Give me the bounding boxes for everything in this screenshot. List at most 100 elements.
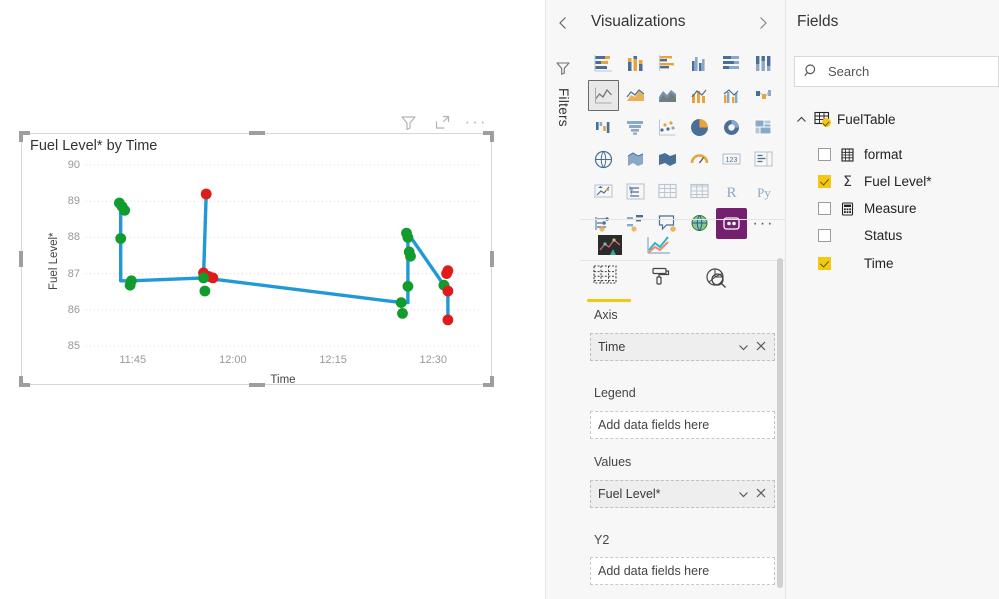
- data-point[interactable]: [402, 280, 414, 292]
- property-tabs[interactable]: [580, 262, 785, 308]
- clustered-bar-chart-icon[interactable]: [652, 48, 683, 79]
- search-placeholder: Search: [828, 64, 870, 79]
- table-icon[interactable]: [652, 176, 683, 207]
- text-field-icon: [840, 147, 855, 162]
- chevron-down-icon[interactable]: [735, 339, 751, 355]
- data-point[interactable]: [200, 188, 212, 200]
- python-visual-icon[interactable]: Py: [748, 176, 779, 207]
- r-script-visual-icon[interactable]: R: [716, 176, 747, 207]
- field-checkbox[interactable]: [818, 202, 831, 215]
- data-point[interactable]: [442, 285, 454, 297]
- data-point[interactable]: [441, 268, 452, 279]
- custom-line-chart-icon[interactable]: [636, 230, 680, 260]
- slicer-icon[interactable]: [620, 176, 651, 207]
- scatter-chart-icon[interactable]: [652, 112, 683, 143]
- search-input[interactable]: Search: [794, 56, 999, 87]
- clustered-column-chart-icon[interactable]: [684, 48, 715, 79]
- line-clustered-column-chart-icon[interactable]: [716, 80, 747, 111]
- waterfall-chart-icon[interactable]: [588, 112, 619, 143]
- well-values[interactable]: Fuel Level*: [590, 480, 775, 508]
- filled-map-icon[interactable]: [620, 144, 651, 175]
- donut-chart-icon[interactable]: [716, 112, 747, 143]
- data-point[interactable]: [119, 204, 131, 216]
- filter-funnel-icon[interactable]: [398, 112, 418, 132]
- field-item-measure[interactable]: Measure: [794, 195, 999, 222]
- well-y2[interactable]: Add data fields here: [590, 557, 775, 585]
- field-item-status[interactable]: Status: [794, 222, 999, 249]
- more-options-icon[interactable]: ···: [465, 112, 486, 132]
- well-axis[interactable]: Time: [590, 333, 775, 361]
- 100-stacked-bar-chart-icon[interactable]: [716, 48, 747, 79]
- field-label: Time: [864, 256, 894, 271]
- line-chart-visual[interactable]: Fuel Level* by Time 85 86 87 88 89 90 11:45 12:…: [21, 133, 493, 386]
- data-point[interactable]: [402, 232, 414, 243]
- field-item-format[interactable]: format: [794, 141, 999, 168]
- stacked-bar-chart-icon[interactable]: [588, 48, 619, 79]
- resize-handle-top-right[interactable]: [490, 131, 494, 142]
- data-point[interactable]: [198, 272, 209, 284]
- well-placeholder: Add data fields here: [598, 418, 710, 432]
- field-checkbox[interactable]: [818, 229, 831, 242]
- field-checkbox[interactable]: [818, 175, 831, 188]
- field-checkbox[interactable]: [818, 148, 831, 161]
- data-point[interactable]: [442, 314, 454, 326]
- stacked-area-chart-icon[interactable]: [652, 80, 683, 111]
- field-checkbox[interactable]: [818, 257, 831, 270]
- well-legend[interactable]: Add data fields here: [590, 411, 775, 439]
- format-tab[interactable]: [648, 262, 672, 305]
- report-canvas[interactable]: ··· Fuel Level* by Time 85 86 87 88 89 90 11:4…: [0, 0, 545, 599]
- well-placeholder: Add data fields here: [598, 564, 710, 578]
- map-icon[interactable]: [588, 144, 619, 175]
- resize-handle-bottom-right[interactable]: [490, 376, 494, 387]
- filters-pane-collapsed[interactable]: Filters: [545, 0, 582, 599]
- chevron-left-icon[interactable]: [554, 14, 572, 32]
- field-item-time[interactable]: Time: [794, 250, 999, 277]
- stacked-column-chart-icon[interactable]: [620, 48, 651, 79]
- analytics-tab[interactable]: [702, 262, 728, 305]
- fields-tab[interactable]: [587, 262, 631, 305]
- y-axis-tick: 90: [67, 159, 80, 171]
- svg-text:R: R: [726, 185, 736, 201]
- resize-handle-left[interactable]: [19, 251, 23, 267]
- visual-type-gallery[interactable]: 123 R Py ···: [588, 48, 778, 239]
- resize-handle-bottom-left[interactable]: [19, 376, 23, 387]
- visualizations-title: Visualizations: [591, 13, 686, 30]
- area-chart-icon[interactable]: [620, 80, 651, 111]
- data-point[interactable]: [405, 250, 416, 262]
- data-point[interactable]: [199, 285, 211, 297]
- matrix-icon[interactable]: [684, 176, 715, 207]
- ribbon-chart-icon[interactable]: [748, 80, 779, 111]
- chevron-down-icon[interactable]: [735, 486, 751, 502]
- data-point[interactable]: [207, 272, 219, 284]
- chevron-right-icon[interactable]: [755, 15, 771, 31]
- focus-mode-icon[interactable]: [432, 112, 452, 132]
- resize-handle-top[interactable]: [248, 131, 265, 135]
- data-point[interactable]: [115, 233, 127, 244]
- remove-field-icon[interactable]: [755, 487, 767, 501]
- pie-chart-icon[interactable]: [684, 112, 715, 143]
- data-point[interactable]: [397, 308, 408, 319]
- remove-field-icon[interactable]: [755, 340, 767, 354]
- card-icon[interactable]: 123: [716, 144, 747, 175]
- visualizations-scrollbar[interactable]: [777, 258, 783, 588]
- data-point[interactable]: [395, 297, 407, 308]
- custom-visual-row[interactable]: [588, 228, 778, 262]
- line-stacked-column-chart-icon[interactable]: [684, 80, 715, 111]
- chart-plot-area[interactable]: 85 86 87 88 89 90 11:45 12:00 12:15 12:30 Fuel Lev…: [22, 134, 493, 386]
- fields-table-row[interactable]: FuelTable: [794, 107, 999, 131]
- resize-handle-right[interactable]: [490, 251, 494, 267]
- kpi-icon[interactable]: [588, 176, 619, 207]
- line-chart-icon[interactable]: [588, 80, 619, 111]
- treemap-icon[interactable]: [748, 112, 779, 143]
- funnel-chart-icon[interactable]: [620, 112, 651, 143]
- gauge-icon[interactable]: [684, 144, 715, 175]
- field-item-fuel-level[interactable]: Σ Fuel Level*: [794, 168, 999, 195]
- chevron-up-icon[interactable]: [794, 112, 808, 126]
- 100-stacked-column-chart-icon[interactable]: [748, 48, 779, 79]
- resize-handle-top-left[interactable]: [19, 131, 23, 142]
- shape-map-icon[interactable]: [652, 144, 683, 175]
- multi-row-card-icon[interactable]: [748, 144, 779, 175]
- data-point[interactable]: [124, 279, 136, 291]
- resize-handle-bottom[interactable]: [248, 383, 265, 387]
- custom-visual-dark-icon[interactable]: [588, 230, 632, 260]
